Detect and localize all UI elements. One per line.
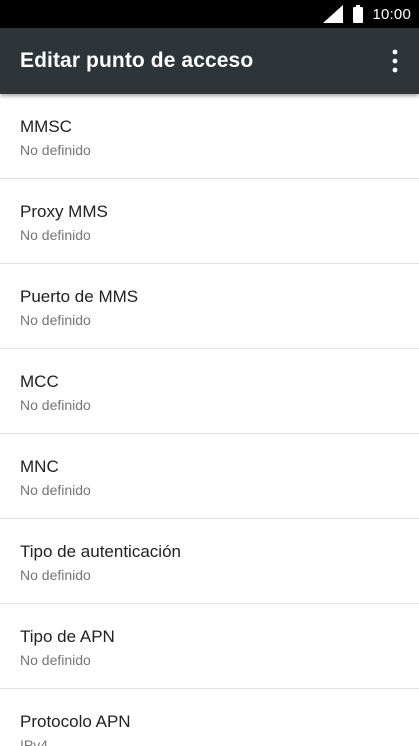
list-item-title: MMSC — [20, 117, 72, 136]
list-item-mms-port[interactable]: Puerto de MMS No definido — [0, 264, 419, 349]
list-item-title: Protocolo APN — [20, 712, 131, 731]
settings-list: MMSC No definido Proxy MMS No definido P… — [0, 94, 419, 746]
list-item-summary: No definido — [20, 312, 91, 328]
list-item-summary: No definido — [20, 397, 91, 413]
list-item-mcc[interactable]: MCC No definido — [0, 349, 419, 434]
list-item-title: MCC — [20, 372, 59, 391]
list-item-apn-protocol[interactable]: Protocolo APN IPv4 — [0, 689, 419, 746]
list-item-title: Tipo de autenticación — [20, 542, 181, 561]
status-icons: 10:00 — [322, 0, 411, 28]
list-item-summary: No definido — [20, 227, 91, 243]
page-title: Editar punto de acceso — [20, 49, 254, 72]
overflow-menu-button[interactable] — [377, 37, 413, 85]
list-item-proxy-mms[interactable]: Proxy MMS No definido — [0, 179, 419, 264]
list-item-apn-type[interactable]: Tipo de APN No definido — [0, 604, 419, 689]
list-item-summary: No definido — [20, 567, 91, 583]
list-item-title: Proxy MMS — [20, 202, 108, 221]
status-time: 10:00 — [372, 5, 411, 23]
list-item-title: MNC — [20, 457, 59, 476]
signal-icon — [323, 5, 344, 23]
list-item-summary: No definido — [20, 652, 91, 668]
list-item-summary: IPv4 — [20, 737, 49, 746]
list-item-title: Puerto de MMS — [20, 287, 139, 306]
list-item-title: Tipo de APN — [20, 627, 115, 646]
list-item-summary: No definido — [20, 482, 91, 498]
overflow-menu-icon — [392, 49, 398, 73]
battery-icon — [353, 5, 364, 23]
list-item-mnc[interactable]: MNC No definido — [0, 434, 419, 519]
list-item-mmsc[interactable]: MMSC No definido — [0, 94, 419, 179]
list-item-summary: No definido — [20, 142, 91, 158]
list-item-auth-type[interactable]: Tipo de autenticación No definido — [0, 519, 419, 604]
status-bar: 10:00 — [0, 0, 419, 28]
app-bar: Editar punto de acceso — [0, 28, 419, 94]
